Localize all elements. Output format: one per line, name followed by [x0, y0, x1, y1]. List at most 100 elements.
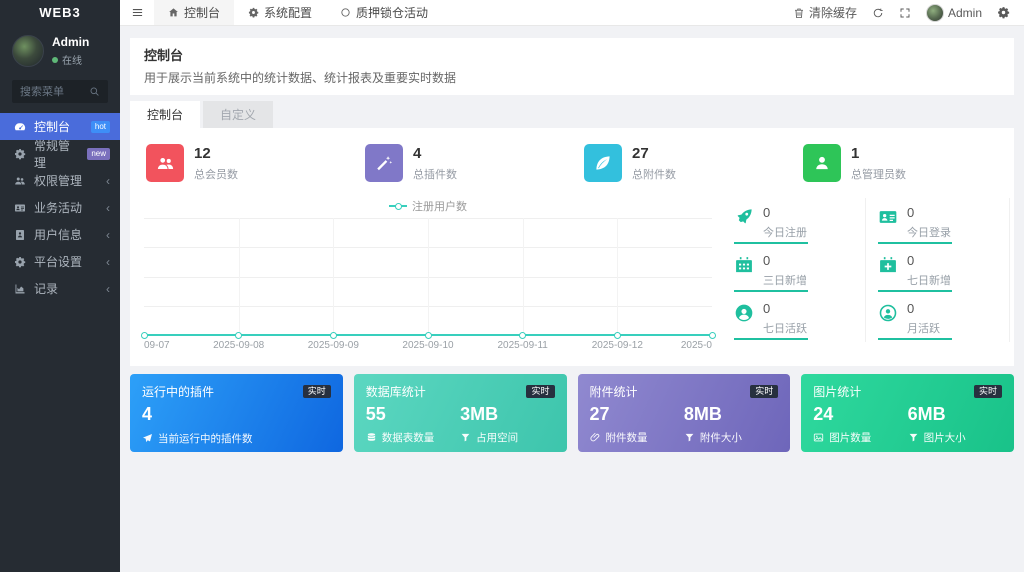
page-title: 控制台 — [144, 48, 184, 63]
app-logo: WEB3 — [39, 5, 81, 20]
card-value: 4 — [142, 404, 153, 424]
paperclip-icon — [590, 432, 601, 443]
legend-marker-icon — [389, 202, 407, 210]
chevron-left-icon: ‹ — [106, 200, 110, 215]
x-tick-label: 2025-09-08 — [213, 340, 265, 351]
stat-cards-row: 12 总会员数 4 总插件数 27 总附件数 1 总管理员数 — [134, 136, 1010, 190]
realtime-badge: 实时 — [973, 385, 1002, 398]
menu-search-input[interactable] — [20, 85, 89, 98]
tab-dashboard[interactable]: 控制台 — [130, 101, 201, 128]
card-label: 附件数量 — [605, 432, 648, 444]
user-icon — [803, 144, 841, 182]
card-label: 附件大小 — [699, 432, 742, 444]
nav-tab-system-config[interactable]: 系统配置 — [234, 0, 326, 25]
user-profile[interactable]: Admin 在线 — [0, 26, 120, 71]
expand-icon — [899, 7, 911, 19]
navbar-actions: 清除缓存 Admin — [793, 0, 1024, 25]
user-circle-outline-icon — [878, 303, 898, 323]
hot-badge: hot — [90, 120, 110, 133]
magic-wand-icon — [365, 144, 403, 182]
card-value: 27 — [589, 404, 610, 424]
settings-button[interactable] — [997, 6, 1010, 19]
nav-tab-label: 质押锁仓活动 — [356, 6, 429, 20]
card-value: 8MB — [683, 404, 722, 424]
stat-total-admins: 1 总管理员数 — [791, 136, 1010, 190]
sidebar-item-platform[interactable]: 平台设置 ‹ — [0, 248, 120, 275]
card-attachment-stats: 附件统计 实时 27 附件数量 8MB 附件大小 — [577, 374, 791, 452]
sidebar-item-label: 用户信息 — [34, 228, 83, 242]
gridline — [333, 218, 335, 335]
mini-stat-value: 0 — [763, 301, 771, 316]
gear-icon — [248, 7, 259, 18]
sidebar-item-label: 控制台 — [34, 120, 71, 134]
mini-stat-3day-new: 0 三日新增 — [722, 246, 866, 294]
mini-stat-label: 七日活跃 — [763, 323, 807, 335]
mini-stats-grid: 0 今日注册 0 今日登录 0 三日新增 0 七日新增 0 七日活跃 0 月活跃 — [722, 198, 1010, 354]
online-dot-icon — [52, 56, 58, 63]
clear-cache-button[interactable]: 清除缓存 — [793, 4, 857, 21]
trash-icon — [793, 7, 805, 19]
card-running-plugins: 运行中的插件 实时 4 当前运行中的插件数 — [130, 374, 343, 452]
top-navbar: 控制台 系统配置 质押锁仓活动 清除缓存 Admin — [120, 0, 1024, 26]
sidebar-item-records[interactable]: 记录 ‹ — [0, 275, 120, 302]
stat-label: 总会员数 — [194, 168, 238, 181]
stat-value: 27 — [632, 144, 649, 162]
id-card-icon — [14, 202, 26, 214]
gridline — [238, 218, 240, 335]
refresh-icon — [872, 7, 884, 19]
refresh-button[interactable] — [872, 7, 884, 19]
sidebar-item-userinfo[interactable]: 用户信息 ‹ — [0, 221, 120, 248]
registrations-chart: 注册用户数 09-07 2025-09-08 2025-09-09 2025-09-1… — [134, 198, 722, 354]
leaf-icon — [584, 144, 622, 182]
sidebar: WEB3 Admin 在线 控制台 hot 常规管理 new 权限管理 ‹ — [0, 0, 120, 572]
nav-tab-dashboard[interactable]: 控制台 — [154, 0, 235, 25]
chevron-left-icon: ‹ — [106, 227, 110, 242]
data-point-marker — [140, 332, 148, 339]
dashboard-panel: 12 总会员数 4 总插件数 27 总附件数 1 总管理员数 注册用户数 09-… — [130, 128, 1014, 366]
address-book-icon — [14, 229, 26, 241]
home-icon — [168, 7, 179, 18]
funnel-icon — [460, 432, 471, 443]
card-title: 附件统计 — [589, 385, 638, 399]
x-tick-label: 2025-09-12 — [591, 340, 643, 351]
funnel-icon — [908, 432, 919, 443]
sidebar-item-business[interactable]: 业务活动 ‹ — [0, 194, 120, 221]
sidebar-item-general[interactable]: 常规管理 new — [0, 139, 120, 170]
chart-area-icon — [14, 283, 26, 295]
content-tabs: 控制台 自定义 — [130, 101, 1014, 128]
card-database-stats: 数据库统计 实时 55 数据表数量 3MB 占用空间 — [353, 374, 567, 452]
mini-stat-value: 0 — [907, 301, 915, 316]
navbar-username: Admin — [947, 5, 982, 20]
stat-value: 12 — [194, 144, 211, 162]
mini-stat-value: 0 — [907, 253, 915, 268]
x-tick-label: 09-07 — [144, 340, 170, 351]
menu-search[interactable] — [12, 80, 108, 103]
user-circle-icon — [734, 303, 754, 323]
card-value: 24 — [813, 404, 834, 424]
fullscreen-button[interactable] — [899, 7, 911, 19]
nav-tab-staking-activity[interactable]: 质押锁仓活动 — [326, 0, 442, 25]
stat-value: 1 — [851, 144, 860, 162]
card-title: 数据库统计 — [365, 385, 426, 399]
card-label: 数据表数量 — [381, 432, 435, 444]
x-tick-label: 2025-09-10 — [402, 340, 454, 351]
hamburger-icon[interactable] — [120, 0, 154, 25]
card-title: 图片统计 — [813, 385, 862, 399]
database-icon — [366, 432, 377, 443]
clear-cache-label: 清除缓存 — [808, 6, 857, 20]
stat-value: 4 — [413, 144, 422, 162]
mini-stat-label: 今日注册 — [763, 227, 807, 239]
mini-stat-month-active: 0 月活跃 — [866, 294, 1010, 342]
stat-total-plugins: 4 总插件数 — [353, 136, 572, 190]
tab-custom[interactable]: 自定义 — [203, 101, 274, 128]
chart-legend[interactable]: 注册用户数 — [144, 198, 712, 214]
data-point-marker — [424, 332, 432, 339]
chevron-left-icon: ‹ — [106, 254, 110, 269]
sidebar-item-permissions[interactable]: 权限管理 ‹ — [0, 167, 120, 194]
rocket-icon — [734, 207, 754, 227]
user-menu[interactable]: Admin — [925, 3, 982, 22]
mini-stat-7day-active: 0 七日活跃 — [722, 294, 866, 342]
user-avatar[interactable] — [12, 35, 44, 67]
gear-icon — [997, 6, 1010, 19]
realtime-badge: 实时 — [750, 385, 779, 398]
